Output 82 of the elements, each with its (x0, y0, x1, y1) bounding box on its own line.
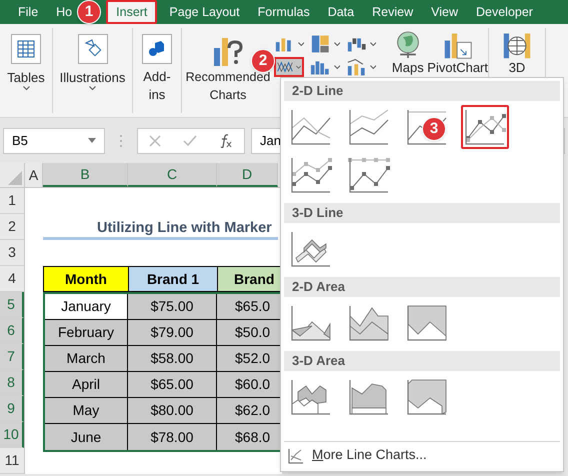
row-header[interactable]: 8 (0, 370, 24, 396)
row-header[interactable]: 7 (0, 344, 24, 370)
ribbon-tab[interactable]: Ho (56, 0, 72, 24)
column-header[interactable]: C (128, 163, 217, 187)
add-ins-icon[interactable] (142, 34, 172, 64)
table-cell: $68.0 (217, 424, 282, 450)
ribbon-tab[interactable]: Formulas (258, 0, 310, 24)
tables-label[interactable]: Tables (7, 70, 45, 86)
row-header[interactable]: 10 (0, 422, 24, 448)
row-header[interactable]: 6 (0, 318, 24, 344)
table-cell: $60.0 (217, 372, 282, 397)
name-box-value: B5 (12, 132, 28, 150)
table-cell: $65.0 (217, 294, 282, 319)
table-cell: $80.00 (128, 398, 217, 423)
table-cell: $65.00 (128, 372, 217, 397)
section-header: 3-D Area (284, 351, 560, 371)
drag-handle-icon (119, 134, 123, 148)
table-header-cell: Brand (218, 267, 281, 291)
ribbon-tab[interactable]: Review (372, 0, 414, 24)
line-chart-icon (277, 59, 293, 75)
ribbon-tab[interactable]: Data (328, 0, 354, 24)
sheet-title: Utilizing Line with Marker (43, 218, 278, 240)
table-cell: March (45, 346, 128, 371)
3d-map-label[interactable]: 3D (508, 61, 526, 75)
function-icon[interactable] (219, 134, 233, 148)
pivotchart-label[interactable]: PivotChart (427, 61, 488, 75)
ribbon-tab[interactable]: File (18, 0, 38, 24)
chevron-icon (89, 86, 96, 91)
chevron-icon (370, 64, 376, 70)
table-icon[interactable] (11, 34, 41, 64)
row-header[interactable]: 1 (0, 188, 24, 214)
line-chart-button[interactable] (274, 57, 304, 77)
treemap-icon[interactable] (310, 35, 331, 53)
table-cell: February (45, 320, 128, 345)
chevron-icon (334, 42, 340, 46)
chevron-icon (370, 42, 376, 46)
table-cell: May (45, 398, 128, 423)
shapes-icon[interactable] (78, 34, 108, 64)
table-cell: $75.00 (128, 294, 217, 319)
globe-icon[interactable] (394, 30, 421, 60)
chevron-icon (22, 86, 30, 91)
corner-triangle-icon (8, 171, 22, 185)
table-cell: $52.0 (217, 346, 282, 371)
waterfall-chart-icon[interactable] (346, 36, 367, 52)
table-cell: $58.00 (128, 346, 217, 371)
dropdown-icon (88, 138, 96, 143)
row-header[interactable]: 5 (0, 292, 24, 318)
row-header[interactable]: 9 (0, 396, 24, 422)
ribbon-tab[interactable]: Page Layout (169, 0, 240, 24)
chevron-icon (334, 64, 340, 70)
row-header[interactable]: 11 (0, 448, 24, 474)
section-header: 2-D Line (284, 81, 560, 101)
name-box[interactable]: B5 (3, 128, 105, 154)
illustrations-label[interactable]: Illustrations (60, 70, 126, 86)
chart-type-option[interactable] (461, 105, 509, 149)
more-line-charts-link[interactable]: More Line Charts... (312, 445, 427, 466)
maps-label[interactable]: Maps (392, 61, 424, 75)
table-header-cell: Brand 1 (129, 267, 218, 291)
chart-icon (288, 448, 304, 464)
histogram-icon[interactable] (310, 59, 331, 75)
column-header[interactable]: B (43, 163, 128, 187)
column-header[interactable]: D (217, 163, 278, 187)
section-header: 3-D Line (284, 203, 560, 223)
check-icon[interactable] (183, 134, 197, 146)
ribbon-tab[interactable]: Developer (476, 0, 533, 24)
table-cell: $79.00 (128, 320, 217, 345)
formula-value: Jan (260, 132, 281, 150)
ribbon-tab[interactable]: Insert (106, 0, 158, 24)
section-header: 2-D Area (284, 277, 560, 297)
table-cell: $62.0 (217, 398, 282, 423)
table-cell: $78.00 (128, 424, 217, 450)
add-ins-label[interactable]: Add-ins (140, 68, 174, 104)
row-header[interactable]: 3 (0, 240, 24, 266)
table-cell: June (45, 424, 128, 450)
table-cell: $50.0 (217, 320, 282, 345)
ribbon-tab[interactable]: View (431, 0, 458, 24)
row-header[interactable]: 2 (0, 214, 24, 240)
table-cell: April (45, 372, 128, 397)
combo-chart-icon[interactable] (346, 58, 367, 76)
table-header-cell: Month (44, 267, 129, 291)
chevron-icon (296, 64, 302, 70)
chevron-icon (298, 42, 304, 46)
